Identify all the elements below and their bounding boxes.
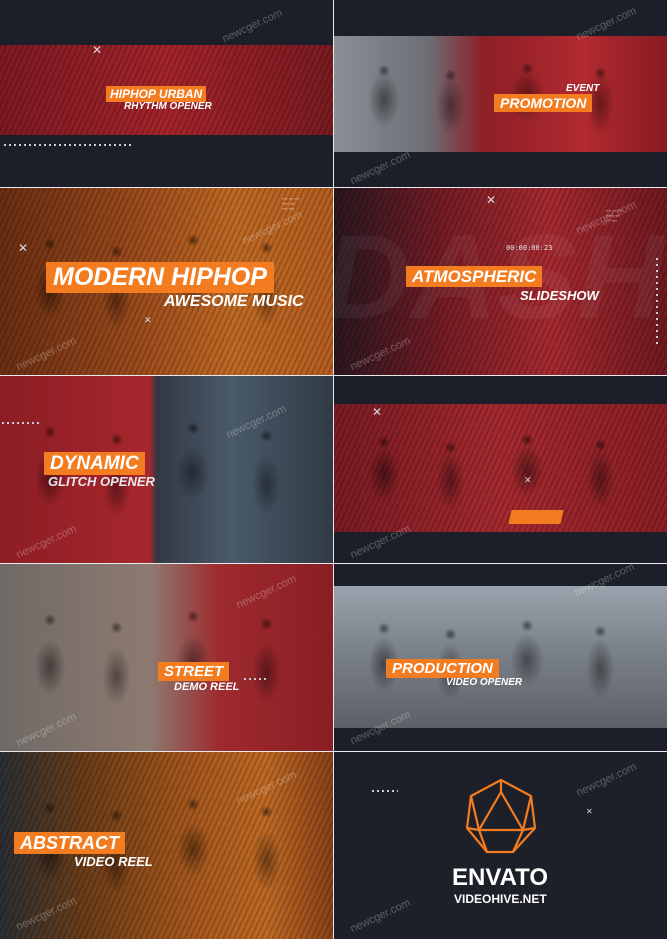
tile-kicker: EVENT	[566, 83, 600, 94]
tile-subtitle: GLITCH OPENER	[48, 474, 155, 489]
bottom-band	[0, 135, 333, 187]
dotted-line	[656, 258, 658, 348]
tile-title: ENVATO	[452, 864, 549, 891]
preview-grid: ✕ HIPHOP URBAN RHYTHM OPENER newcger.com…	[0, 0, 667, 939]
close-icon: ✕	[144, 315, 152, 325]
red-crowd-photo	[334, 404, 667, 532]
dotted-line	[4, 144, 134, 146]
tile-title: PROMOTION	[494, 94, 593, 112]
close-icon: ✕	[486, 193, 497, 207]
dotted-line	[244, 678, 266, 680]
orange-bar	[508, 510, 564, 524]
tile-title: ABSTRACT	[14, 832, 125, 854]
tile-dynamic[interactable]: DYNAMIC GLITCH OPENER newcger.com newcge…	[0, 376, 333, 563]
tile-subtitle: VIDEOHIVE.NET	[454, 892, 547, 906]
close-icon: ✕	[586, 807, 593, 816]
close-icon: ✕	[92, 43, 103, 57]
tile-hiphop-urban[interactable]: ✕ HIPHOP URBAN RHYTHM OPENER newcger.com	[0, 0, 333, 187]
tile-event-promotion[interactable]: EVENT PROMOTION newcger.com newcger.com	[334, 0, 667, 187]
close-icon: ✕	[18, 241, 29, 255]
tile-modern-hiphop[interactable]: ✕ ▪▪▪▪ ▪▪▪ ▪▪▪▪ ▪▪▪▪▪ ▪▪▪ ▪▪▪▪ ▪▪▪▪ MODERN…	[0, 188, 333, 375]
tile-title: DYNAMIC	[44, 452, 145, 475]
stripe-overlay	[334, 404, 667, 532]
tile-title: ATMOSPHERIC	[406, 266, 543, 287]
top-band	[334, 376, 667, 404]
envato-polyhedron-icon	[465, 778, 537, 854]
tile-subtitle: VIDEO REEL	[74, 854, 153, 869]
close-icon: ✕	[372, 405, 383, 419]
dotted-line	[372, 790, 398, 792]
tile-title: HIPHOP URBAN	[106, 86, 207, 102]
tile-title: MODERN HIPHOP	[46, 262, 274, 293]
tile-subtitle: DEMO REEL	[174, 681, 240, 693]
tile-title: STREET	[158, 662, 230, 681]
tile-abstract[interactable]: ABSTRACT VIDEO REEL newcger.com newcger.…	[0, 752, 333, 939]
tile-atmospheric[interactable]: DASH ✕ ▪▪▪▪ ▪▪▪ ▪▪▪ ▪▪▪▪▪ ▪▪▪▪ ▪▪▪ ▪▪▪▪ 00…	[334, 188, 667, 375]
top-band	[0, 0, 333, 45]
close-icon: ✕	[524, 475, 532, 485]
crowd-silhouettes	[334, 586, 667, 728]
tile-subtitle: RHYTHM OPENER	[124, 101, 212, 112]
tile-street[interactable]: STREET DEMO REEL newcger.com newcger.com	[0, 564, 333, 751]
tile-production[interactable]: PRODUCTION VIDEO OPENER newcger.com newc…	[334, 564, 667, 751]
tile-envato[interactable]: ✕ ENVATO VIDEOHIVE.NET newcger.com newcg…	[334, 752, 667, 939]
tile-subtitle: SLIDESHOW	[520, 288, 599, 303]
tile-subtitle: VIDEO OPENER	[446, 677, 523, 688]
tile-title: PRODUCTION	[386, 659, 499, 678]
tile-red-transition[interactable]: ✕ ✕ newcger.com	[334, 376, 667, 563]
dotted-line	[2, 422, 42, 424]
tile-subtitle: AWESOME MUSIC	[164, 293, 304, 310]
watermark-text: newcger.com	[348, 896, 413, 936]
city-street-photo	[334, 586, 667, 728]
timecode: 00:00:00:23	[506, 244, 553, 252]
watermark-text: newcger.com	[574, 760, 639, 800]
